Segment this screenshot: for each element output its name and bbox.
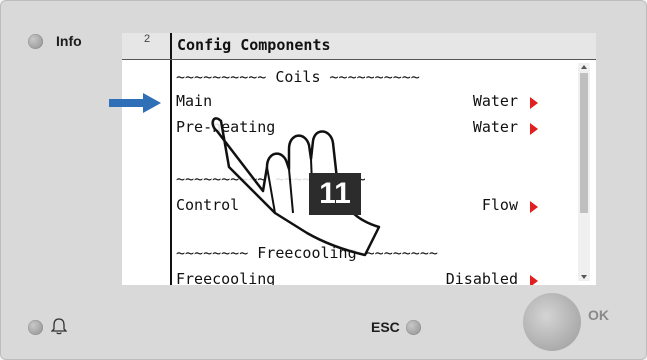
esc-button[interactable] [406,320,421,335]
chevron-right-icon[interactable] [530,201,538,213]
row-value: Disabled [445,270,518,285]
ok-label: OK [588,307,609,323]
esc-label: ESC [371,319,400,335]
scroll-down-icon[interactable] [581,275,587,279]
bell-icon[interactable] [51,317,67,335]
chevron-right-icon[interactable] [530,275,538,285]
row-name: Main [176,92,213,110]
row-value: Flow [481,196,518,214]
blue-arrow-icon [109,93,161,113]
list-item-freecooling[interactable]: Freecooling Disabled [176,270,576,285]
row-value: Water [472,118,518,136]
scrollbar[interactable] [578,63,590,281]
chevron-right-icon[interactable] [530,123,538,135]
step-number-badge: 11 [309,173,361,215]
page-number: 2 [144,33,151,45]
info-label: Info [56,33,82,49]
screen-title: Config Components [177,36,331,54]
info-led [28,34,43,49]
scroll-thumb[interactable] [580,73,588,213]
divider-vertical [170,33,172,285]
controller-panel: Info 2 Config Components ~~~~~~~~~~ Coil… [0,0,647,360]
divider-horizontal [122,59,596,60]
alarm-led [28,320,43,335]
ok-knob[interactable] [523,293,581,351]
section-coils-header: ~~~~~~~~~~ Coils ~~~~~~~~~~ [176,68,420,86]
scroll-up-icon[interactable] [581,65,587,69]
chevron-right-icon[interactable] [530,97,538,109]
hand-pointer-icon [211,117,381,257]
row-value: Water [472,92,518,110]
row-name: Freecooling [176,270,276,285]
